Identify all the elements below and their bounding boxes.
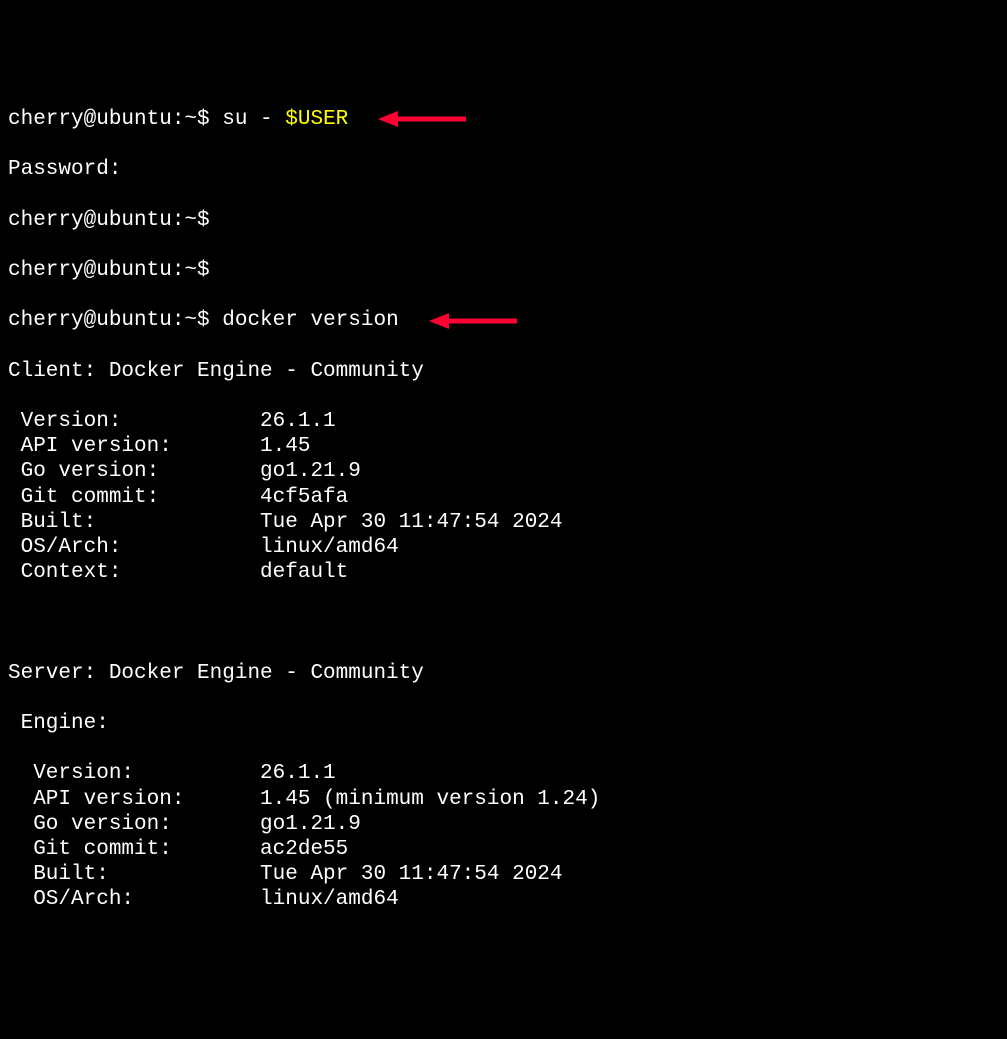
server-row: Go version: go1.21.9 [8, 812, 999, 837]
client-value: linux/amd64 [260, 535, 399, 560]
server-key: Version: [8, 761, 260, 786]
server-row: Git commit: ac2de55 [8, 837, 999, 862]
shell-prompt-empty: cherry@ubuntu:~$ [8, 208, 999, 233]
client-value: 4cf5afa [260, 485, 348, 510]
client-value: 26.1.1 [260, 409, 336, 434]
engine-label: Engine: [8, 711, 999, 736]
server-row: Version: 26.1.1 [8, 761, 999, 786]
blank-line [8, 611, 999, 636]
server-info-block: Version: 26.1.1 API version: 1.45 (minim… [8, 761, 999, 912]
client-row: Git commit: 4cf5afa [8, 485, 999, 510]
server-key: API version: [8, 787, 260, 812]
client-key: Version: [8, 409, 260, 434]
su-user-variable: $USER [285, 107, 348, 132]
su-command-part1: su - [222, 107, 285, 132]
client-key: API version: [8, 434, 260, 459]
server-value: go1.21.9 [260, 812, 361, 837]
client-row: Go version: go1.21.9 [8, 459, 999, 484]
client-info-block: Version: 26.1.1 API version: 1.45 Go ver… [8, 409, 999, 585]
server-row: OS/Arch: linux/amd64 [8, 887, 999, 912]
server-key: OS/Arch: [8, 887, 260, 912]
server-value: 1.45 (minimum version 1.24) [260, 787, 600, 812]
server-value: 26.1.1 [260, 761, 336, 786]
server-value: ac2de55 [260, 837, 348, 862]
client-value: default [260, 560, 348, 585]
shell-prompt-empty: cherry@ubuntu:~$ [8, 258, 999, 283]
client-row: Built: Tue Apr 30 11:47:54 2024 [8, 510, 999, 535]
client-key: Git commit: [8, 485, 260, 510]
client-value: Tue Apr 30 11:47:54 2024 [260, 510, 562, 535]
terminal-line-su: cherry@ubuntu:~$ su - $USER [8, 107, 999, 132]
shell-prompt: cherry@ubuntu:~$ [8, 107, 222, 132]
client-row: API version: 1.45 [8, 434, 999, 459]
client-row: Context: default [8, 560, 999, 585]
docker-version-command: docker version [222, 308, 398, 333]
annotation-arrow-icon [378, 108, 468, 130]
client-key: OS/Arch: [8, 535, 260, 560]
annotation-arrow-icon [429, 310, 519, 332]
client-key: Context: [8, 560, 260, 585]
server-value: linux/amd64 [260, 887, 399, 912]
server-key: Go version: [8, 812, 260, 837]
password-prompt: Password: [8, 157, 999, 182]
server-row: Built: Tue Apr 30 11:47:54 2024 [8, 862, 999, 887]
client-row: OS/Arch: linux/amd64 [8, 535, 999, 560]
server-key: Git commit: [8, 837, 260, 862]
client-header: Client: Docker Engine - Community [8, 359, 999, 384]
client-row: Version: 26.1.1 [8, 409, 999, 434]
server-header: Server: Docker Engine - Community [8, 661, 999, 686]
terminal-line-docker: cherry@ubuntu:~$ docker version [8, 308, 999, 333]
server-key: Built: [8, 862, 260, 887]
client-value: go1.21.9 [260, 459, 361, 484]
client-value: 1.45 [260, 434, 310, 459]
client-key: Go version: [8, 459, 260, 484]
client-key: Built: [8, 510, 260, 535]
server-value: Tue Apr 30 11:47:54 2024 [260, 862, 562, 887]
shell-prompt: cherry@ubuntu:~$ [8, 308, 222, 333]
server-row: API version: 1.45 (minimum version 1.24) [8, 787, 999, 812]
